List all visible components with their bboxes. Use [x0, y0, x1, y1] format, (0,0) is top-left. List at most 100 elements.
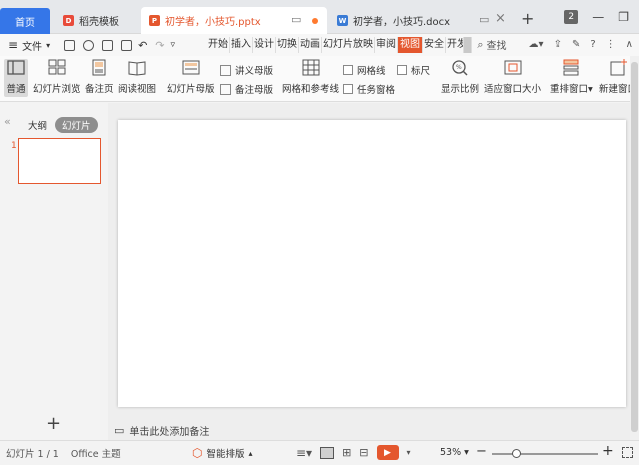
ribbon-tabs: 开始 插入 设计 切换 动画 幻灯片放映 审阅 视图 安全 开发 [207, 34, 472, 56]
play-slideshow-button[interactable]: ▶ [376, 445, 399, 460]
slide-master-button[interactable]: 幻灯片母版 [167, 59, 215, 95]
handout-master-button[interactable]: 讲义母版 [220, 63, 273, 77]
normal-view-button[interactable]: 普通 [6, 59, 26, 95]
redo-icon[interactable]: ↷ [155, 39, 164, 52]
svg-text:%: % [456, 64, 462, 71]
preview-icon[interactable] [121, 39, 133, 51]
tab-docx[interactable]: W 初学者，小技巧.docx ▭ × [329, 7, 509, 34]
gridlines-checkbox[interactable]: 网格线 [343, 63, 386, 77]
tab-animation[interactable]: 动画 [299, 37, 322, 53]
normal-view-status-icon[interactable] [320, 446, 335, 459]
chevron-up-icon: ▴ [248, 448, 253, 458]
chevron-down-icon: ▾ [46, 40, 51, 50]
handout-master-label: 讲义母版 [235, 66, 274, 77]
restore-icon[interactable]: ❐ [618, 10, 629, 24]
zoom-level[interactable]: 53% ▾ [440, 447, 469, 458]
notes-page-icon [89, 59, 109, 76]
tab-slideshow[interactable]: 幻灯片放映 [322, 37, 375, 53]
search-button[interactable]: ⌕ 查找 [477, 37, 506, 53]
window-controls: 2 — ❐ [564, 10, 639, 24]
zoom-ratio-label: 显示比例 [441, 84, 480, 95]
reading-view-status-icon[interactable]: ⊟ [359, 446, 368, 459]
new-tab-plus-icon[interactable]: + [521, 9, 534, 28]
tab-scroll-handle[interactable] [464, 37, 472, 53]
tab-template[interactable]: D 稻壳模板 [54, 7, 140, 34]
zoom-in-icon[interactable]: + [602, 443, 614, 459]
tab-pptx[interactable]: P 初学者，小技巧.pptx ▭ [141, 7, 327, 34]
zoom-slider[interactable] [492, 449, 598, 458]
tab-slides[interactable]: 幻灯片 [55, 117, 98, 133]
zoom-ratio-button[interactable]: % 显示比例 [441, 59, 479, 95]
tab-developer[interactable]: 开发 [446, 37, 464, 53]
notes-page-button[interactable]: 备注页 [85, 59, 114, 95]
monitor-icon[interactable]: ▭ [479, 13, 489, 26]
unsaved-dot-icon [312, 18, 318, 24]
ruler-checkbox[interactable]: 标尺 [397, 63, 430, 77]
tab-security[interactable]: 安全 [423, 37, 446, 53]
minimize-icon[interactable]: — [592, 10, 604, 24]
collapse-ribbon-icon[interactable]: ∧ [626, 39, 633, 50]
menu-right: ⌕ 查找 ☁▾ ⇪ ✎ ? ⋮ ∧ [477, 37, 633, 53]
fit-window-icon [503, 59, 523, 76]
print-icon[interactable] [102, 39, 114, 51]
customize-icon[interactable]: ▿ [171, 40, 176, 50]
slide-browse-button[interactable]: 幻灯片浏览 [33, 59, 81, 95]
reading-view-icon [127, 59, 147, 76]
notes-master-button[interactable]: 备注母版 [220, 82, 273, 96]
zoom-slider-knob[interactable] [512, 449, 521, 458]
tab-pptx-label: 初学者，小技巧.pptx [165, 17, 261, 28]
play-options-icon[interactable]: ▾ [407, 448, 411, 457]
tab-docx-label: 初学者，小技巧.docx [353, 17, 451, 28]
document-file-icon: W [337, 15, 348, 26]
theme-name[interactable]: Office 主题 [71, 446, 121, 460]
add-slide-plus-icon[interactable]: + [46, 413, 61, 434]
undo-icon[interactable]: ↶ [138, 39, 147, 52]
collapse-pane-icon[interactable]: « [4, 115, 11, 128]
presentation-file-icon: P [149, 15, 160, 26]
arrange-window-label: 重排窗口▾ [550, 84, 593, 95]
monitor-icon[interactable]: ▭ [291, 13, 301, 26]
hamburger-icon: ≡ [8, 38, 19, 52]
normal-view-icon [6, 59, 26, 76]
smart-layout-button[interactable]: ⬡ 智能排版 ▴ [192, 446, 253, 460]
edit-icon[interactable]: ✎ [572, 39, 580, 50]
arrange-window-button[interactable]: 重排窗口▾ [550, 59, 593, 95]
vertical-scrollbar[interactable] [630, 56, 639, 440]
tab-outline[interactable]: 大纲 [28, 118, 47, 132]
tab-start[interactable]: 开始 [207, 37, 230, 53]
reading-view-button[interactable]: 阅读视图 [118, 59, 156, 95]
gridlines-label: 网格线 [357, 66, 386, 77]
grid-guides-button[interactable]: 网格和参考线 [282, 59, 339, 95]
tab-review[interactable]: 审阅 [375, 37, 398, 53]
share-icon[interactable]: ⇪ [554, 39, 562, 50]
window-count-badge[interactable]: 2 [564, 10, 579, 24]
slide-thumbnail[interactable] [18, 138, 101, 184]
fit-window-button[interactable]: 适应窗口大小 [484, 59, 541, 95]
reading-view-label: 阅读视图 [118, 84, 157, 95]
sorter-view-status-icon[interactable]: ⊞ [342, 446, 351, 459]
tab-design[interactable]: 设计 [253, 37, 276, 53]
format-painter-icon[interactable] [83, 39, 95, 51]
tab-transition[interactable]: 切换 [276, 37, 299, 53]
save-icon[interactable] [64, 39, 76, 51]
slide-canvas[interactable] [118, 120, 626, 407]
tab-view[interactable]: 视图 [398, 37, 423, 53]
gridlines-check-icon [343, 65, 353, 75]
fit-window-label: 适应窗口大小 [484, 84, 542, 95]
more-icon[interactable]: ⋮ [606, 39, 616, 50]
zoom-out-icon[interactable]: − [476, 444, 487, 459]
thumbnail-number: 1 [11, 141, 17, 151]
file-menu[interactable]: ≡ 文件 ▾ [8, 38, 50, 53]
fit-slide-icon[interactable] [622, 447, 633, 458]
slide-master-icon [181, 59, 201, 76]
cloud-icon[interactable]: ☁▾ [529, 39, 544, 50]
tab-home[interactable]: 首页 [0, 8, 50, 34]
tab-insert[interactable]: 插入 [230, 37, 253, 53]
help-icon[interactable]: ? [590, 39, 595, 50]
notes-area[interactable]: ▭ 单击此处添加备注 [114, 423, 209, 438]
comment-icon: ▭ [114, 424, 125, 437]
scrollbar-thumb[interactable] [631, 62, 638, 432]
notes-toggle-icon[interactable]: ≡▾ [296, 446, 312, 460]
close-icon[interactable]: × [495, 11, 506, 26]
task-pane-checkbox[interactable]: 任务窗格 [343, 82, 395, 96]
